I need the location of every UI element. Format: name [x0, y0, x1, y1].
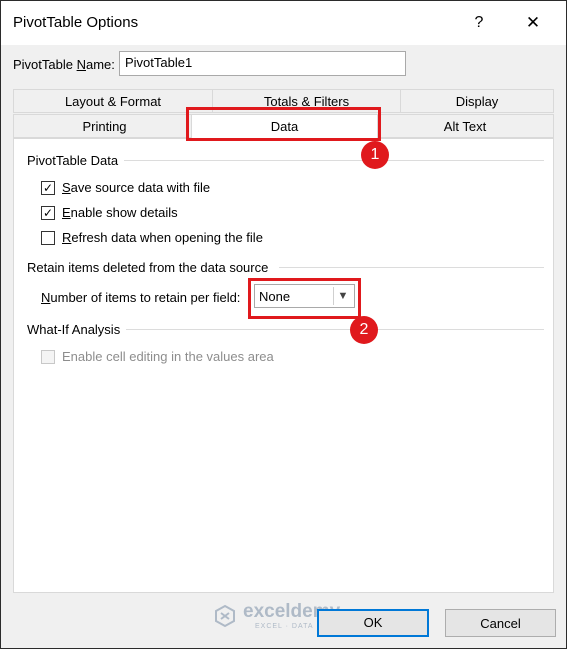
dialog-title: PivotTable Options: [13, 14, 139, 31]
close-icon[interactable]: ✕: [520, 12, 546, 34]
checkbox-empty-icon: [41, 350, 55, 364]
tab-printing[interactable]: Printing: [13, 114, 196, 138]
ok-button[interactable]: OK: [317, 609, 429, 637]
save-source-data-label: Save source data with file: [62, 180, 211, 195]
section-divider: [126, 329, 544, 330]
enable-cell-editing-label: Enable cell editing in the values area: [62, 349, 274, 364]
exceldemy-logo-icon: [215, 604, 235, 628]
step-badge-1: 1: [361, 141, 389, 169]
checkbox-checked-icon[interactable]: ✓: [41, 181, 55, 195]
step-badge-2: 2: [350, 316, 378, 344]
pivottable-data-heading: PivotTable Data: [27, 153, 119, 168]
pivottable-name-label: PivotTable Name:: [13, 57, 115, 72]
checkbox-empty-icon[interactable]: [41, 231, 55, 245]
what-if-heading: What-If Analysis: [27, 322, 121, 337]
tab-display[interactable]: Display: [400, 89, 554, 113]
tab-layout-format[interactable]: Layout & Format: [13, 89, 213, 113]
retain-items-heading: Retain items deleted from the data sourc…: [27, 260, 269, 275]
section-divider: [124, 160, 544, 161]
highlight-box-data-tab: [186, 107, 381, 141]
checkbox-checked-icon[interactable]: ✓: [41, 206, 55, 220]
pivottable-options-dialog: PivotTable Options ? ✕ PivotTable Name: …: [0, 0, 567, 649]
enable-show-details-label: Enable show details: [62, 205, 178, 220]
title-bar: PivotTable Options ? ✕: [1, 1, 566, 45]
section-divider: [279, 267, 544, 268]
cancel-button[interactable]: Cancel: [445, 609, 556, 637]
highlight-box-retain-dropdown: [248, 278, 361, 319]
pivottable-name-input[interactable]: PivotTable1: [119, 51, 406, 76]
help-icon[interactable]: ?: [467, 12, 491, 34]
refresh-on-open-label: Refresh data when opening the file: [62, 230, 263, 245]
retain-items-label: Number of items to retain per field:: [41, 290, 241, 305]
pivottable-name-value: PivotTable1: [125, 55, 193, 70]
tab-alt-text[interactable]: Alt Text: [376, 114, 554, 138]
